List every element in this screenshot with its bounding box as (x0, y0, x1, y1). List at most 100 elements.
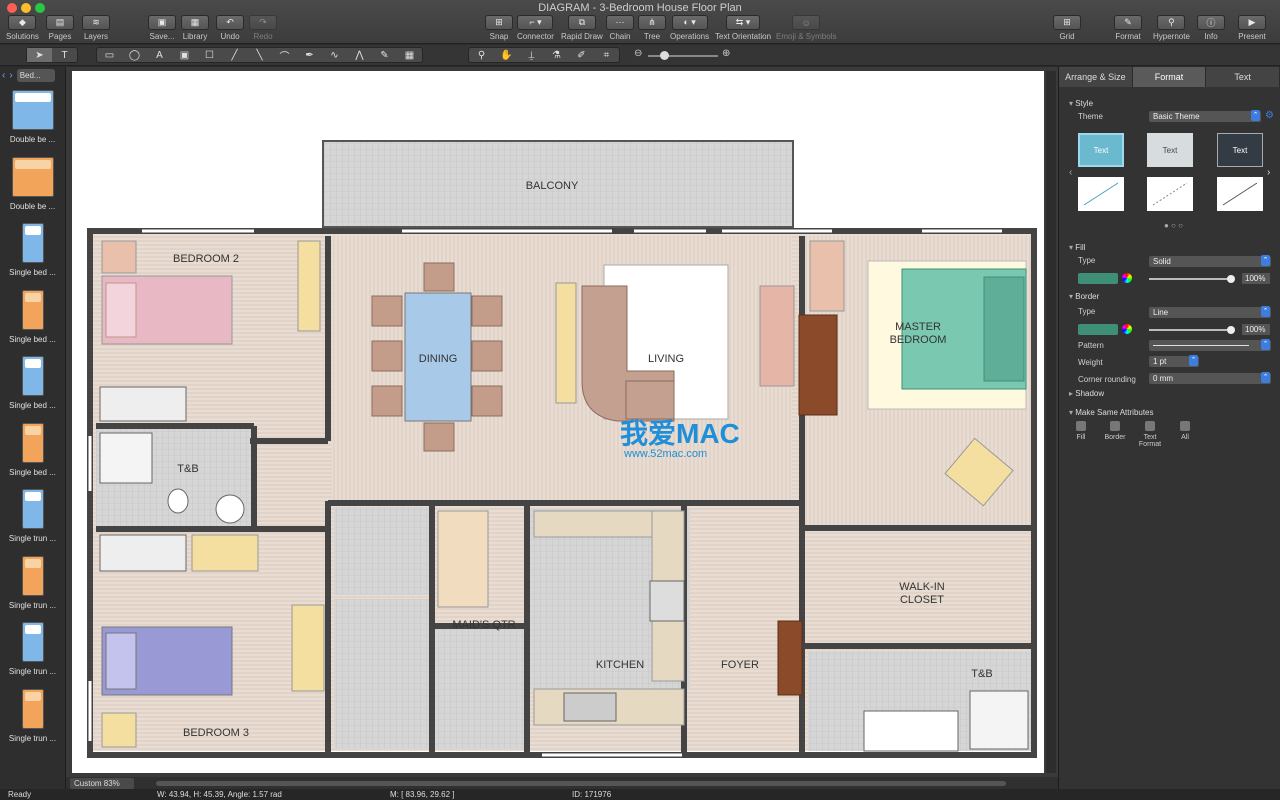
zoom-in-icon[interactable]: ⊕ (722, 48, 730, 59)
emoji-symbols-button[interactable]: ☺ Emoji & Symbols (776, 15, 836, 41)
make-same-text-format[interactable]: Text Format (1132, 421, 1168, 448)
text-orientation-button[interactable]: ⇆ ▾ Text Orientation (715, 15, 771, 41)
fill-color-wheel-icon[interactable] (1122, 273, 1132, 283)
theme-card-2[interactable]: Text (1147, 133, 1193, 167)
zoom-out-icon[interactable]: ⊖ (634, 48, 642, 59)
pages-button[interactable]: ▤ Pages (46, 15, 74, 41)
library-item[interactable]: Single trun ... (0, 483, 65, 550)
theme-card-1[interactable]: Text (1078, 133, 1124, 167)
connector-button[interactable]: ⌐ ▾ Connector (517, 15, 554, 41)
stamp-tool-icon[interactable]: ⍊ (519, 48, 544, 62)
theme-select[interactable]: Basic Theme (1149, 110, 1261, 122)
arc-tool-icon[interactable]: ⌒ (272, 48, 297, 63)
theme-prev-icon[interactable]: ‹ (1069, 167, 1072, 178)
library-item[interactable]: Single bed ... (0, 417, 65, 484)
border-opacity-value[interactable]: 100% (1242, 324, 1270, 335)
make-same-header[interactable]: Make Same Attributes (1069, 408, 1153, 417)
tree-button[interactable]: ⋔ Tree (638, 15, 666, 41)
style-section-header[interactable]: Style (1069, 99, 1093, 108)
format-button[interactable]: ✎ Format (1114, 15, 1142, 41)
corner-rounding-select[interactable]: 0 mm (1149, 372, 1271, 384)
fill-section-header[interactable]: Fill (1069, 243, 1085, 252)
zoom-level-select[interactable]: Custom 83% (70, 778, 134, 789)
theme-arrow-card-3[interactable] (1217, 177, 1263, 211)
brush-tool-icon[interactable]: ✐ (569, 48, 594, 62)
callout-tool-icon[interactable]: ☐ (197, 48, 222, 62)
grid-button[interactable]: ⊞ Grid (1053, 15, 1081, 41)
library-item[interactable]: Single bed ... (0, 284, 65, 351)
line-tool-icon[interactable]: ╱ (222, 48, 247, 62)
zoom-knob[interactable] (660, 51, 669, 60)
theme-next-icon[interactable]: › (1267, 167, 1270, 178)
undo-button[interactable]: ↶ Undo (216, 15, 244, 41)
tab-arrange-size[interactable]: Arrange & Size (1059, 67, 1133, 87)
library-item[interactable]: Double be ... (0, 84, 65, 151)
present-button[interactable]: ▶ Present (1238, 15, 1266, 41)
back-arrow-icon[interactable]: ‹ (2, 70, 5, 81)
library-item[interactable]: Single bed ... (0, 350, 65, 417)
tab-format[interactable]: Format (1132, 67, 1207, 87)
library-item[interactable]: Single trun ... (0, 550, 65, 617)
table-tool-icon[interactable]: ▦ (397, 48, 422, 62)
save-button[interactable]: ▣ Save... (148, 15, 176, 41)
theme-arrow-card-1[interactable] (1078, 177, 1124, 211)
make-same-fill[interactable]: Fill (1063, 421, 1099, 441)
select-arrow-icon[interactable]: ➤ (27, 48, 52, 62)
border-opacity-slider[interactable] (1149, 329, 1229, 331)
text-tool-icon[interactable]: A (147, 48, 172, 62)
chain-button[interactable]: ⋯ Chain (606, 15, 634, 41)
shadow-section-header[interactable]: Shadow (1069, 389, 1104, 398)
bezier-tool-icon[interactable]: ∿ (322, 48, 347, 62)
library-selector[interactable]: Bed... (16, 69, 55, 82)
zoom-slider[interactable]: ⊖ ⊕ (634, 48, 734, 62)
solutions-button[interactable]: ◆ Solutions (6, 15, 39, 41)
border-color-wheel-icon[interactable] (1122, 324, 1132, 334)
snap-button[interactable]: ⊞ Snap (485, 15, 513, 41)
freehand-tool-icon[interactable]: ✎ (372, 48, 397, 62)
weight-field[interactable]: 1 pt (1149, 355, 1199, 367)
zoom-tool-icon[interactable]: ⚲ (469, 48, 494, 62)
pan-hand-icon[interactable]: ✋ (494, 48, 519, 62)
polyline-tool-icon[interactable]: ⋀ (347, 48, 372, 62)
operations-button[interactable]: ◐ ▾ Operations (670, 15, 709, 41)
info-button[interactable]: ⓘ Info (1197, 15, 1225, 41)
fill-color-swatch[interactable] (1078, 273, 1118, 284)
border-opacity-knob[interactable] (1227, 326, 1235, 334)
text-frame-tool-icon[interactable]: ▣ (172, 48, 197, 62)
drawing-canvas[interactable]: BALCONY BEDROOM 2 T&B DINING LIVING MAST… (72, 71, 1044, 773)
line-straight-tool-icon[interactable]: ╲ (247, 48, 272, 62)
library-item[interactable]: Double be ... (0, 151, 65, 218)
text-box-tool-icon[interactable]: T (52, 48, 77, 62)
layers-button[interactable]: ≋ Layers (82, 15, 110, 41)
hypernote-button[interactable]: ⚲ Hypernote (1153, 15, 1190, 41)
horizontal-scrollbar[interactable] (156, 781, 1006, 786)
library-button[interactable]: ▦ Library (181, 15, 209, 41)
theme-settings-icon[interactable]: ⚙ (1265, 110, 1274, 121)
corner-rounding-label: Corner rounding (1078, 375, 1136, 384)
redo-button[interactable]: ↷ Redo (249, 15, 277, 41)
vertical-scrollbar[interactable] (1046, 71, 1056, 773)
fill-opacity-knob[interactable] (1227, 275, 1235, 283)
rectangle-tool-icon[interactable]: ▭ (97, 48, 122, 62)
library-item[interactable]: Single bed ... (0, 217, 65, 284)
fill-type-select[interactable]: Solid (1149, 255, 1271, 267)
border-color-swatch[interactable] (1078, 324, 1118, 335)
theme-arrow-card-2[interactable] (1147, 177, 1193, 211)
library-item[interactable]: Single trun ... (0, 683, 65, 750)
forward-arrow-icon[interactable]: › (9, 70, 12, 81)
border-section-header[interactable]: Border (1069, 292, 1099, 301)
oval-tool-icon[interactable]: ◯ (122, 48, 147, 62)
pen-tool-icon[interactable]: ✒ (297, 48, 322, 62)
crop-tool-icon[interactable]: ⌗ (594, 48, 619, 62)
pattern-select[interactable] (1149, 339, 1271, 351)
theme-card-3[interactable]: Text (1217, 133, 1263, 167)
library-item[interactable]: Single trun ... (0, 616, 65, 683)
make-same-border[interactable]: Border (1097, 421, 1133, 441)
fill-opacity-slider[interactable] (1149, 278, 1229, 280)
eyedropper-icon[interactable]: ⚗ (544, 48, 569, 62)
make-same-all[interactable]: All (1167, 421, 1203, 441)
rapid-draw-button[interactable]: ⧉ Rapid Draw (561, 15, 603, 41)
border-type-select[interactable]: Line (1149, 306, 1271, 318)
fill-opacity-value[interactable]: 100% (1242, 273, 1270, 284)
tab-text[interactable]: Text (1206, 67, 1280, 87)
